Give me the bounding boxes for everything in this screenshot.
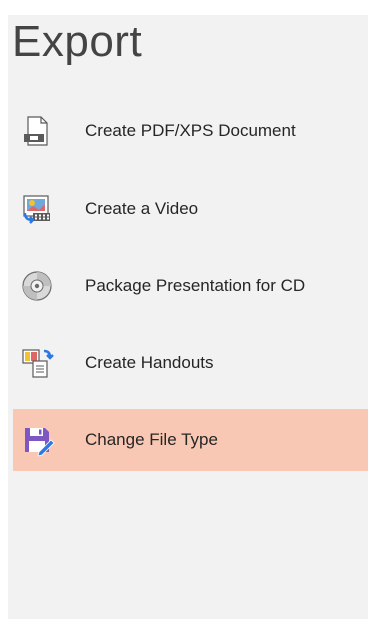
cd-disc-icon (19, 268, 55, 304)
export-item-change-file-type[interactable]: Change File Type (13, 409, 368, 471)
item-label: Create a Video (85, 199, 199, 218)
save-file-type-icon (19, 422, 55, 458)
pdf-document-icon (19, 113, 55, 149)
export-panel: Export Create PDF/XPS Document Create a … (8, 15, 368, 619)
item-label: Create PDF/XPS Document (85, 121, 296, 140)
page-title: Export (12, 17, 143, 66)
video-icon (19, 191, 55, 227)
item-label: Create Handouts (85, 353, 214, 372)
item-label: Package Presentation for CD (85, 276, 306, 295)
handouts-icon (19, 345, 55, 381)
export-item-create-pdf-xps[interactable]: Create PDF/XPS Document (13, 100, 368, 162)
export-item-create-video[interactable]: Create a Video (13, 178, 368, 240)
export-item-package-cd[interactable]: Package Presentation for CD (13, 255, 368, 317)
export-item-create-handouts[interactable]: Create Handouts (13, 332, 368, 394)
item-label: Change File Type (85, 430, 218, 449)
